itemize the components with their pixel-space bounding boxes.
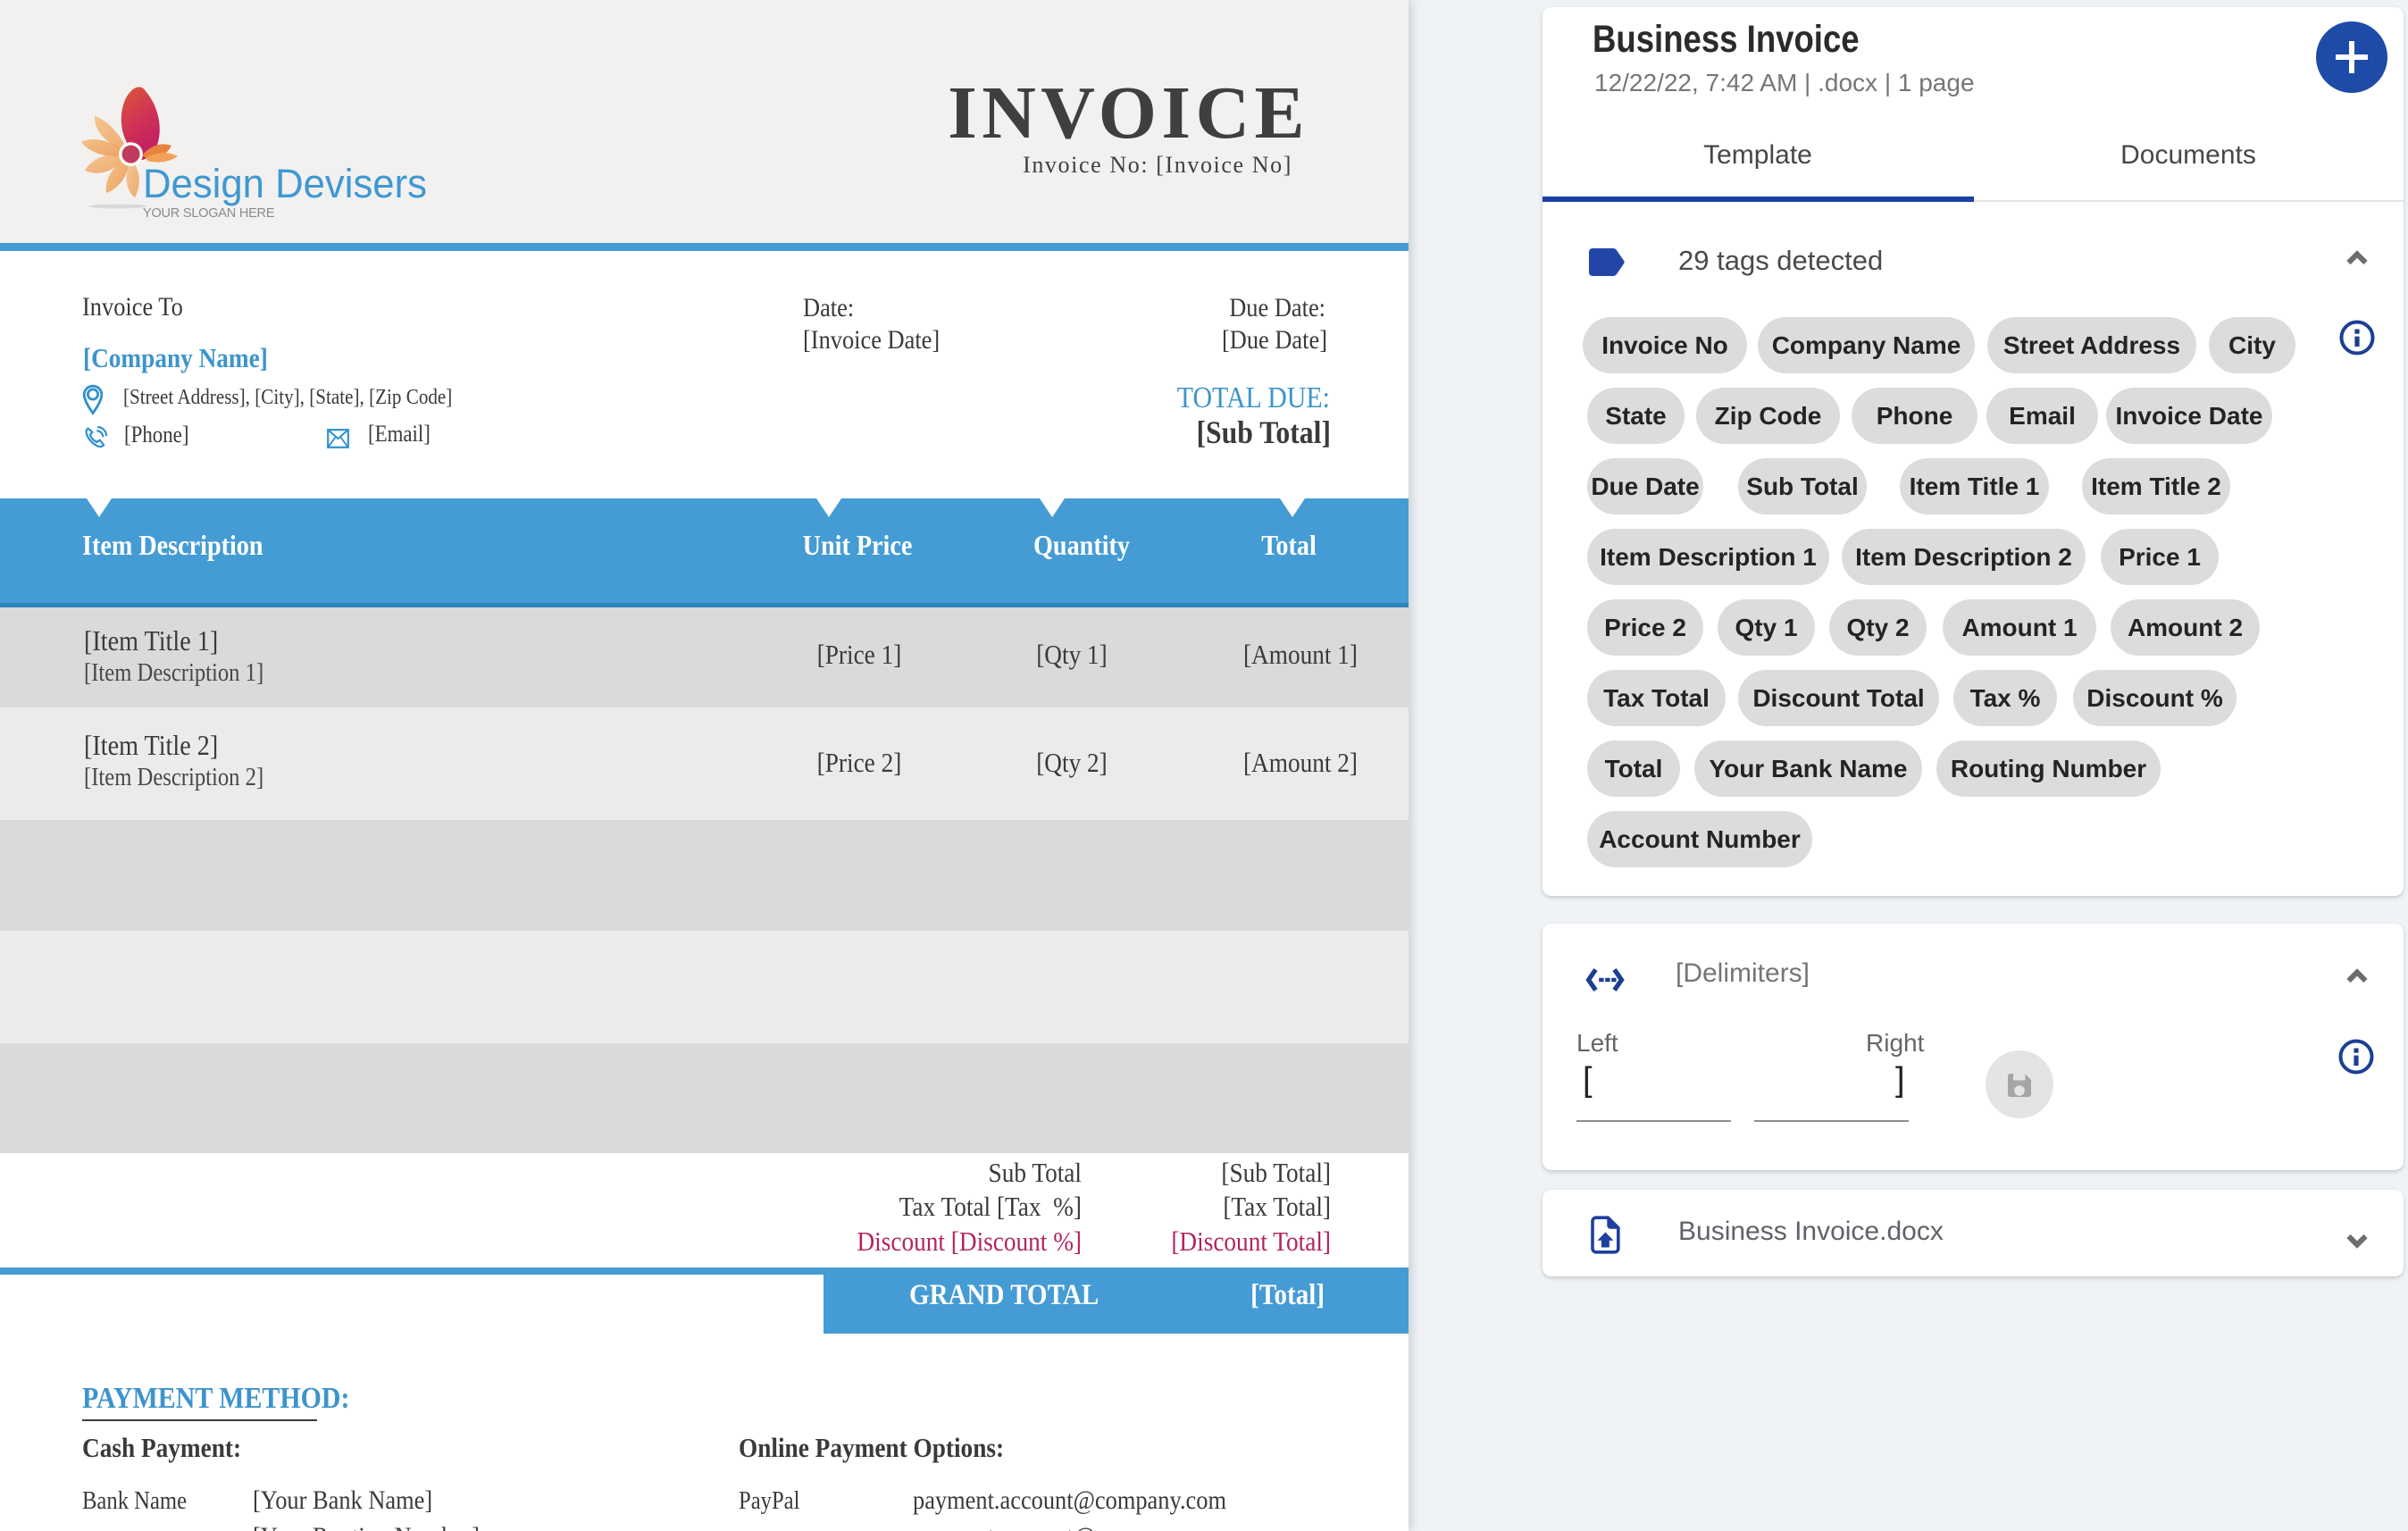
svg-text:YOUR SLOGAN HERE: YOUR SLOGAN HERE	[143, 206, 276, 221]
svg-text:Design Devisers: Design Devisers	[143, 161, 427, 206]
